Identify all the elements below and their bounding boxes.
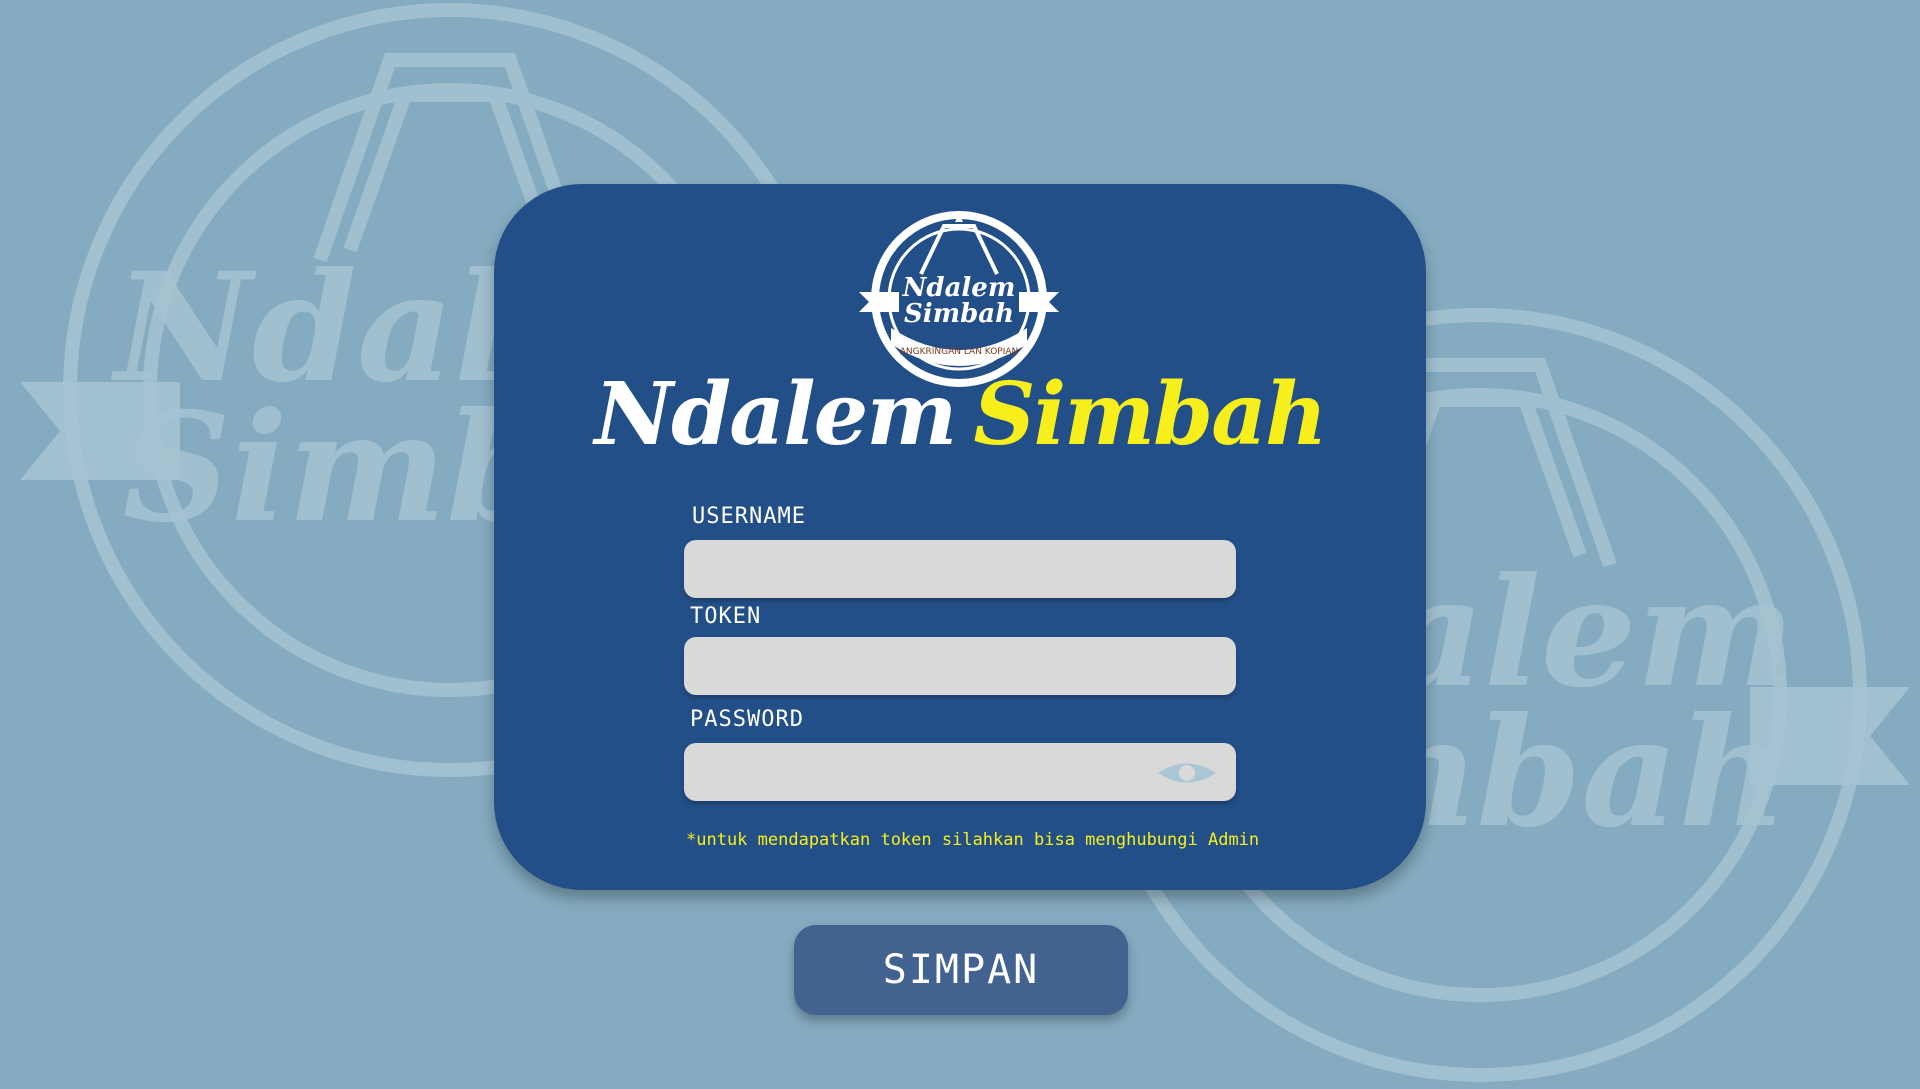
- svg-text:ANGKRINGAN LAN KOPIAN: ANGKRINGAN LAN KOPIAN: [900, 347, 1019, 357]
- password-label: PASSWORD: [690, 707, 804, 732]
- login-card: Ndalem Simbah ANGKRINGAN LAN KOPIAN Ndal…: [494, 184, 1426, 890]
- token-label: TOKEN: [690, 604, 762, 629]
- token-help-note: *untuk mendapatkan token silahkan bisa m…: [686, 830, 1260, 850]
- brand-title: Ndalem Simbah: [494, 364, 1426, 465]
- password-input[interactable]: [684, 743, 1236, 801]
- brand-title-word-1: Ndalem: [594, 364, 957, 465]
- username-label: USERNAME: [692, 504, 806, 529]
- eye-icon[interactable]: [1156, 760, 1218, 786]
- svg-text:Simbah: Simbah: [904, 299, 1014, 329]
- save-button[interactable]: SIMPAN: [794, 925, 1128, 1015]
- username-input[interactable]: [684, 540, 1236, 598]
- brand-title-word-2: Simbah: [973, 364, 1327, 465]
- token-input[interactable]: [684, 637, 1236, 695]
